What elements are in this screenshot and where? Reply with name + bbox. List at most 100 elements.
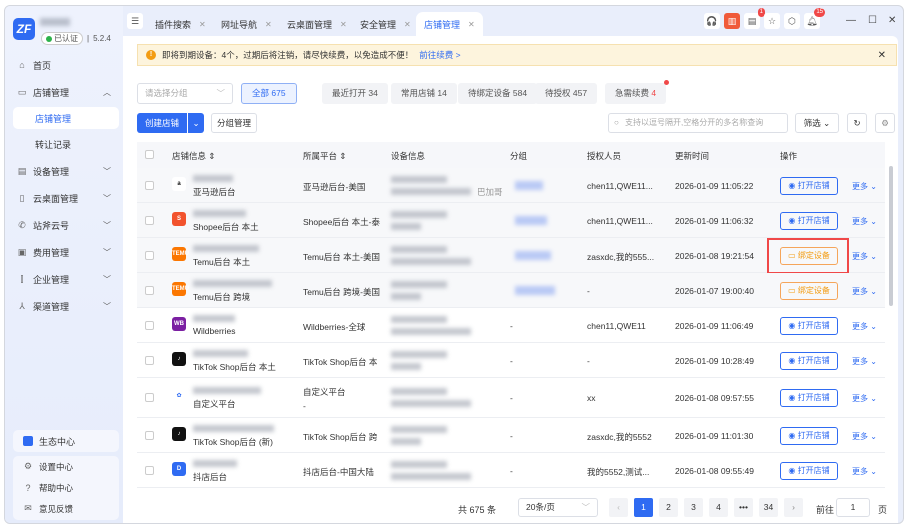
more-dropdown[interactable]: 更多 ⌄ bbox=[852, 431, 877, 442]
more-dropdown[interactable]: 更多 ⌄ bbox=[852, 251, 877, 262]
row-checkbox[interactable] bbox=[145, 465, 154, 475]
filter-chip[interactable]: 待授权 457 bbox=[535, 83, 598, 104]
minimize-icon[interactable]: — bbox=[846, 15, 856, 26]
settings-icon[interactable]: ⚙ bbox=[875, 113, 895, 133]
close-icon[interactable]: ✕ bbox=[468, 20, 475, 29]
refresh-icon[interactable]: ↻ bbox=[847, 113, 867, 133]
row-checkbox[interactable] bbox=[145, 215, 154, 225]
open-store-button[interactable]: ◉ 打开店铺 bbox=[780, 461, 838, 480]
bind-device-button[interactable]: ▭ 绑定设备 bbox=[780, 281, 838, 300]
group-select[interactable]: 请选择分组 ﹀ bbox=[137, 83, 233, 104]
page-button[interactable]: ••• bbox=[734, 498, 753, 517]
bell-icon[interactable]: 🔔︎ 15 bbox=[804, 8, 825, 29]
gift-icon[interactable]: ▥ bbox=[724, 13, 740, 29]
row-checkbox[interactable] bbox=[145, 355, 154, 365]
settings-hex-icon[interactable]: ⬡ bbox=[784, 13, 800, 29]
tab-url-nav[interactable]: 网址导航 ✕ bbox=[221, 12, 272, 36]
page-button[interactable]: 1 bbox=[634, 498, 653, 517]
create-store-button[interactable]: 创建店铺 bbox=[137, 113, 187, 133]
sidebar-item-channel[interactable]: ⅄ 渠道管理 ﹀ bbox=[5, 295, 123, 317]
table-row[interactable]: TEMU Temu后台 本土 Temu后台 本土-美国 zasxdc,我的555… bbox=[137, 237, 885, 274]
sidebar-item-store-manage[interactable]: 店铺管理 bbox=[13, 107, 119, 129]
sidebar-item-cloud-desktop[interactable]: ▯ 云桌面管理 ﹀ bbox=[5, 187, 123, 209]
search-input[interactable]: ○ 支持以逗号隔开,空格分开的多名称查询 bbox=[608, 113, 788, 133]
open-store-button[interactable]: ◉ 打开店铺 bbox=[780, 176, 838, 195]
more-dropdown[interactable]: 更多 ⌄ bbox=[852, 181, 877, 192]
more-dropdown[interactable]: 更多 ⌄ bbox=[852, 356, 877, 367]
filter-chip[interactable]: 待绑定设备 584 bbox=[458, 83, 538, 104]
page-button[interactable]: 3 bbox=[684, 498, 703, 517]
sidebar-item-store[interactable]: ▭ 店铺管理 ︿ bbox=[5, 81, 123, 103]
renew-link[interactable]: 前往续费 > bbox=[419, 49, 460, 61]
sidebar-item-transfer[interactable]: 转让记录 bbox=[5, 133, 123, 155]
close-window-icon[interactable]: ✕ bbox=[888, 15, 896, 26]
document-icon[interactable]: ▤ 1 bbox=[744, 8, 765, 29]
sidebar-item-phone[interactable]: ✆ 站斧云号 ﹀ bbox=[5, 214, 123, 236]
star-icon[interactable]: ☆ bbox=[764, 13, 780, 29]
open-store-button[interactable]: ◉ 打开店铺 bbox=[780, 211, 838, 230]
table-row[interactable]: S Shopee后台 本土 Shopee后台 本土-泰 chen11,QWE11… bbox=[137, 203, 885, 238]
table-row[interactable]: TEMU Temu后台 跨境 Temu后台 跨境-美国 - 2026-01-07… bbox=[137, 273, 885, 308]
collapse-menu-icon[interactable]: ☰ bbox=[127, 13, 143, 29]
tab-plugin-search[interactable]: 插件搜索 ✕ bbox=[155, 12, 206, 36]
table-row[interactable]: WB Wildberries Wildberries-全球 - chen11,QW… bbox=[137, 308, 885, 343]
close-icon[interactable]: ✕ bbox=[340, 20, 347, 29]
header-platform[interactable]: 所属平台 ⇕ bbox=[303, 150, 347, 162]
select-all-checkbox[interactable] bbox=[145, 150, 154, 159]
scrollbar[interactable] bbox=[889, 166, 893, 306]
sidebar-item-device[interactable]: ▤ 设备管理 ﹀ bbox=[5, 160, 123, 182]
close-icon[interactable]: ✕ bbox=[878, 50, 886, 61]
table-row[interactable]: ♪ TikTok Shop后台 (新) TikTok Shop后台 跨 - zas… bbox=[137, 418, 885, 453]
open-store-button[interactable]: ◉ 打开店铺 bbox=[780, 426, 838, 445]
filter-chip[interactable]: 急需续费 4 bbox=[605, 80, 670, 104]
goto-page-input[interactable]: 1 bbox=[836, 498, 870, 517]
row-checkbox[interactable] bbox=[145, 180, 154, 190]
open-store-button[interactable]: ◉ 打开店铺 bbox=[780, 389, 838, 407]
more-dropdown[interactable]: 更多 ⌄ bbox=[852, 321, 877, 332]
filter-button[interactable]: 筛选 ⌄ bbox=[795, 113, 839, 133]
filter-chip[interactable]: 全部 675 bbox=[241, 83, 297, 104]
sidebar-item-fee[interactable]: ▣ 费用管理 ﹀ bbox=[5, 241, 123, 263]
group-manage-button[interactable]: 分组管理 bbox=[211, 113, 257, 133]
more-dropdown[interactable]: 更多 ⌄ bbox=[852, 286, 877, 297]
table-row[interactable]: a 亚马逊后台 亚马逊后台-美国 巴加哥 chen11,QWE11... 2026… bbox=[137, 168, 885, 203]
eco-center[interactable]: 生态中心 bbox=[13, 430, 119, 452]
page-button[interactable]: 34 bbox=[759, 498, 778, 517]
row-checkbox[interactable] bbox=[145, 393, 154, 402]
open-store-button[interactable]: ◉ 打开店铺 bbox=[780, 351, 838, 370]
page-button[interactable]: 2 bbox=[659, 498, 678, 517]
table-row[interactable]: D 抖店后台 抖店后台-中国大陆 - 我的5552,测试... 2026-01-0… bbox=[137, 453, 885, 488]
row-checkbox[interactable] bbox=[145, 320, 154, 330]
sidebar-item-enterprise[interactable]: ⫿ 企业管理 ﹀ bbox=[5, 268, 123, 290]
username-blurred[interactable] bbox=[40, 18, 70, 26]
help-center[interactable]: ? 帮助中心 bbox=[13, 477, 119, 498]
close-icon[interactable]: ✕ bbox=[404, 20, 411, 29]
tab-security[interactable]: 安全管理 ✕ bbox=[360, 12, 411, 36]
prev-page-button[interactable]: ‹ bbox=[609, 498, 628, 517]
table-row[interactable]: ♪ TikTok Shop后台 本土 TikTok Shop后台 本 - - 20… bbox=[137, 343, 885, 378]
close-icon[interactable]: ✕ bbox=[265, 20, 272, 29]
close-icon[interactable]: ✕ bbox=[199, 20, 206, 29]
more-dropdown[interactable]: 更多 ⌄ bbox=[852, 393, 877, 404]
next-page-button[interactable]: › bbox=[784, 498, 803, 517]
headset-icon[interactable]: 🎧 bbox=[704, 13, 720, 29]
filter-chip[interactable]: 常用店铺 14 bbox=[391, 83, 457, 104]
more-dropdown[interactable]: 更多 ⌄ bbox=[852, 466, 877, 477]
more-dropdown[interactable]: 更多 ⌄ bbox=[852, 216, 877, 227]
page-size-select[interactable]: 20条/页 ﹀ bbox=[518, 498, 598, 517]
create-dropdown-icon[interactable]: ⌄ bbox=[188, 113, 204, 133]
page-button[interactable]: 4 bbox=[709, 498, 728, 517]
tab-cloud-desktop[interactable]: 云桌面管理 ✕ bbox=[287, 12, 347, 36]
table-row[interactable]: ✿ 自定义平台 自定义平台 - - xx 2026-01-08 09:57:55 ◉… bbox=[137, 378, 885, 418]
row-checkbox[interactable] bbox=[145, 250, 154, 260]
sidebar-item-home[interactable]: ⌂ 首页 bbox=[5, 54, 123, 76]
tab-store-manage[interactable]: 店铺管理 ✕ bbox=[416, 12, 483, 36]
settings-center[interactable]: ⚙ 设置中心 bbox=[13, 456, 119, 477]
row-checkbox[interactable] bbox=[145, 285, 154, 295]
row-checkbox[interactable] bbox=[145, 430, 154, 440]
open-store-button[interactable]: ◉ 打开店铺 bbox=[780, 316, 838, 335]
header-store[interactable]: 店铺信息 ⇕ bbox=[172, 150, 216, 162]
filter-chip[interactable]: 最近打开 34 bbox=[322, 83, 388, 104]
maximize-icon[interactable]: ☐ bbox=[868, 15, 877, 26]
feedback[interactable]: ✉ 意见反馈 bbox=[13, 498, 119, 519]
